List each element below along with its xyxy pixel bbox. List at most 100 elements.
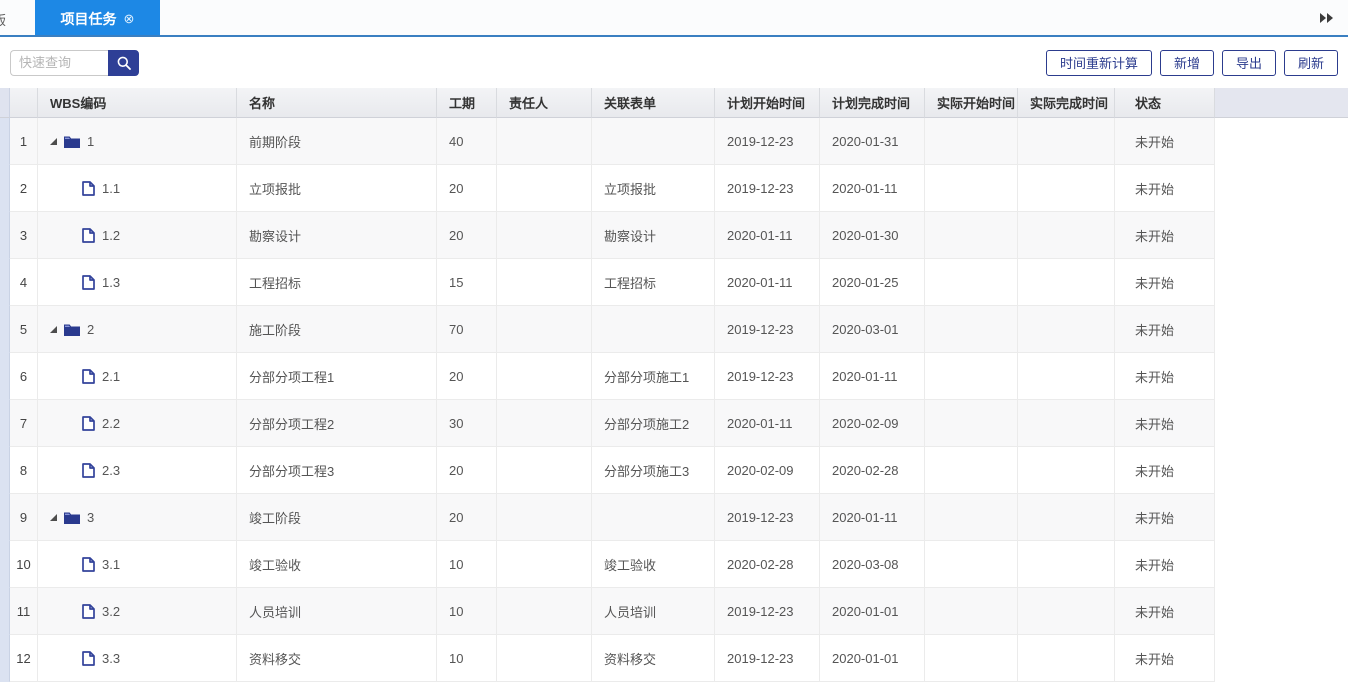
row-number: 1	[10, 118, 38, 165]
table-row[interactable]: 41.3工程招标15工程招标2020-01-112020-01-25未开始	[0, 259, 1348, 306]
tab-bar: 版 项目任务 ⊗	[0, 0, 1348, 37]
owner	[497, 306, 592, 353]
owner	[497, 447, 592, 494]
linked-form: 分部分项施工3	[592, 447, 715, 494]
double-chevron-icon[interactable]	[1320, 13, 1333, 23]
linked-form	[592, 494, 715, 541]
table-row[interactable]: 123.3资料移交10资料移交2019-12-232020-01-01未开始	[0, 635, 1348, 682]
plan-end: 2020-01-01	[820, 588, 925, 635]
plan-end: 2020-01-11	[820, 165, 925, 212]
row-number: 8	[10, 447, 38, 494]
actual-start	[925, 353, 1018, 400]
plan-end: 2020-01-31	[820, 118, 925, 165]
row-number: 12	[10, 635, 38, 682]
table-row[interactable]: 72.2分部分项工程230分部分项施工22020-01-112020-02-09…	[0, 400, 1348, 447]
column-header-wbs[interactable]: WBS编码	[38, 88, 237, 118]
actual-end	[1018, 588, 1115, 635]
column-header-plan-start[interactable]: 计划开始时间	[715, 88, 820, 118]
duration: 20	[437, 494, 497, 541]
plan-end: 2020-01-11	[820, 353, 925, 400]
search-icon	[116, 55, 132, 71]
table-row[interactable]: 113.2人员培训10人员培训2019-12-232020-01-01未开始	[0, 588, 1348, 635]
table-row[interactable]: 62.1分部分项工程120分部分项施工12019-12-232020-01-11…	[0, 353, 1348, 400]
table-row[interactable]: 82.3分部分项工程320分部分项施工32020-02-092020-02-28…	[0, 447, 1348, 494]
row-number: 5	[10, 306, 38, 353]
column-header-actual-end[interactable]: 实际完成时间	[1018, 88, 1115, 118]
status: 未开始	[1115, 306, 1215, 353]
recalculate-time-button[interactable]: 时间重新计算	[1046, 50, 1152, 76]
column-header-actual-start[interactable]: 实际开始时间	[925, 88, 1018, 118]
wbs-code: 2.2	[102, 416, 120, 431]
table-row[interactable]: 103.1竣工验收10竣工验收2020-02-282020-03-08未开始	[0, 541, 1348, 588]
row-strip	[0, 447, 10, 494]
column-header-name[interactable]: 名称	[237, 88, 437, 118]
tab-partial[interactable]: 版	[0, 10, 6, 29]
owner	[497, 635, 592, 682]
column-header-status[interactable]: 状态	[1115, 88, 1215, 118]
actual-end	[1018, 494, 1115, 541]
duration: 20	[437, 447, 497, 494]
table-row[interactable]: 11前期阶段402019-12-232020-01-31未开始	[0, 118, 1348, 165]
table-row[interactable]: 93竣工阶段202019-12-232020-01-11未开始	[0, 494, 1348, 541]
wbs-code: 1.1	[102, 181, 120, 196]
actual-end	[1018, 306, 1115, 353]
add-button[interactable]: 新增	[1160, 50, 1214, 76]
task-name: 工程招标	[237, 259, 437, 306]
row-strip	[0, 353, 10, 400]
actual-start	[925, 494, 1018, 541]
row-number: 10	[10, 541, 38, 588]
status: 未开始	[1115, 635, 1215, 682]
status: 未开始	[1115, 212, 1215, 259]
wbs-code: 3.3	[102, 651, 120, 666]
search-button[interactable]	[108, 50, 139, 76]
refresh-button[interactable]: 刷新	[1284, 50, 1338, 76]
duration: 70	[437, 306, 497, 353]
actual-start	[925, 635, 1018, 682]
plan-start: 2019-12-23	[715, 306, 820, 353]
tab-project-tasks[interactable]: 项目任务 ⊗	[35, 0, 160, 37]
folder-icon	[64, 135, 80, 148]
export-button[interactable]: 导出	[1222, 50, 1276, 76]
collapse-triangle-icon[interactable]	[50, 138, 57, 145]
actual-start	[925, 541, 1018, 588]
column-header-owner[interactable]: 责任人	[497, 88, 592, 118]
row-number: 4	[10, 259, 38, 306]
column-header-duration[interactable]: 工期	[437, 88, 497, 118]
task-name: 立项报批	[237, 165, 437, 212]
actual-end	[1018, 541, 1115, 588]
file-icon	[82, 181, 95, 196]
table-row[interactable]: 31.2勘察设计20勘察设计2020-01-112020-01-30未开始	[0, 212, 1348, 259]
close-icon[interactable]: ⊗	[124, 12, 135, 25]
wbs-cell: 2	[38, 306, 237, 353]
table-row[interactable]: 21.1立项报批20立项报批2019-12-232020-01-11未开始	[0, 165, 1348, 212]
row-number: 11	[10, 588, 38, 635]
file-icon	[82, 275, 95, 290]
task-name: 施工阶段	[237, 306, 437, 353]
wbs-cell: 3.3	[38, 635, 237, 682]
column-header-plan-end[interactable]: 计划完成时间	[820, 88, 925, 118]
row-strip	[0, 494, 10, 541]
linked-form: 分部分项施工1	[592, 353, 715, 400]
collapse-triangle-icon[interactable]	[50, 326, 57, 333]
linked-form: 工程招标	[592, 259, 715, 306]
linked-form	[592, 306, 715, 353]
table-row[interactable]: 52施工阶段702019-12-232020-03-01未开始	[0, 306, 1348, 353]
file-icon	[82, 557, 95, 572]
plan-start: 2019-12-23	[715, 353, 820, 400]
column-header-form[interactable]: 关联表单	[592, 88, 715, 118]
duration: 20	[437, 165, 497, 212]
file-icon	[82, 369, 95, 384]
actual-start	[925, 306, 1018, 353]
search-input[interactable]	[10, 50, 108, 76]
status: 未开始	[1115, 353, 1215, 400]
row-strip	[0, 118, 10, 165]
task-name: 分部分项工程3	[237, 447, 437, 494]
wbs-cell: 2.3	[38, 447, 237, 494]
row-number: 9	[10, 494, 38, 541]
status: 未开始	[1115, 541, 1215, 588]
file-icon	[82, 416, 95, 431]
header-extension	[1215, 88, 1348, 118]
collapse-triangle-icon[interactable]	[50, 514, 57, 521]
plan-start: 2019-12-23	[715, 165, 820, 212]
owner	[497, 353, 592, 400]
